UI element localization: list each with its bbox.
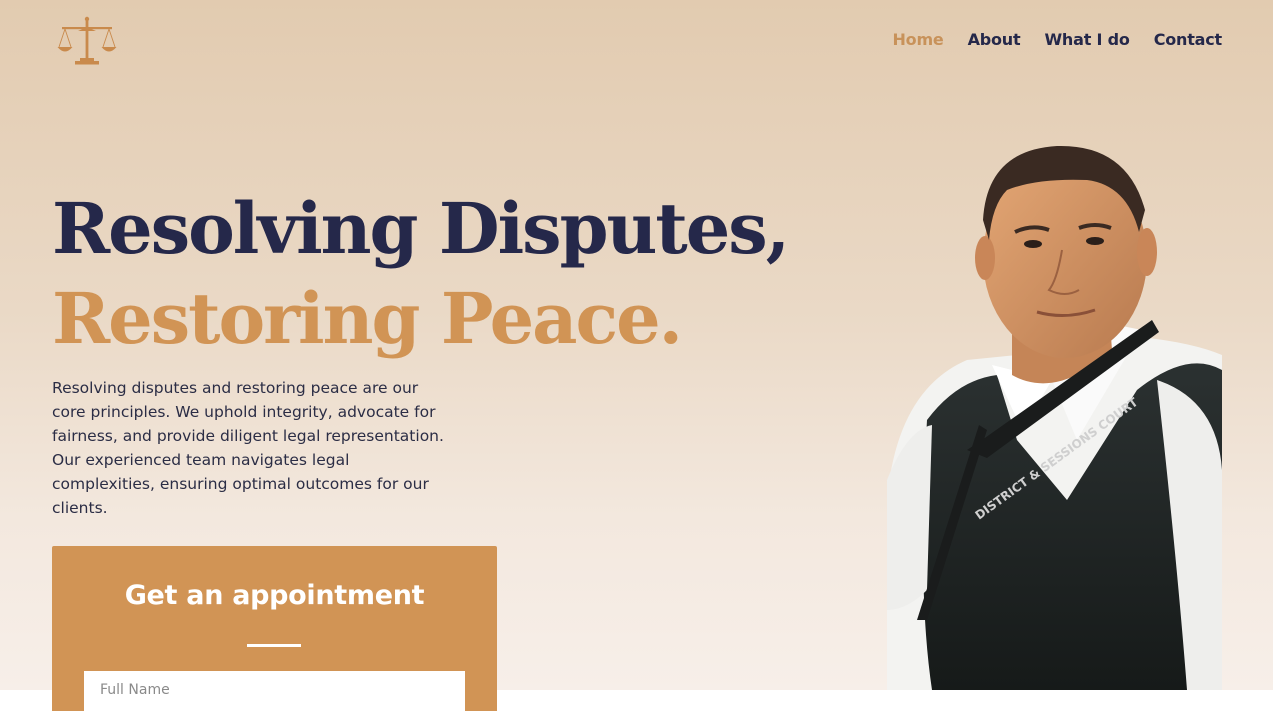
headline-line-1: Resolving Disputes, bbox=[52, 187, 790, 270]
nav-home-link[interactable]: Home bbox=[892, 30, 943, 49]
hero-intro-text: Resolving disputes and restoring peace a… bbox=[52, 379, 444, 517]
page: Home About What I do Contact Resolving D… bbox=[0, 0, 1273, 711]
nav-what-i-do-link[interactable]: What I do bbox=[1044, 30, 1129, 49]
main-nav: Home About What I do Contact bbox=[892, 30, 1222, 49]
scales-of-justice-icon[interactable] bbox=[56, 16, 118, 66]
nav-about-link[interactable]: About bbox=[968, 30, 1021, 49]
appointment-card: Get an appointment bbox=[52, 546, 497, 711]
title-divider bbox=[247, 644, 301, 647]
appointment-title: Get an appointment bbox=[124, 580, 425, 611]
nav-contact-link[interactable]: Contact bbox=[1154, 30, 1223, 49]
headline-line-2: Restoring Peace. bbox=[52, 277, 683, 360]
full-name-input[interactable] bbox=[84, 671, 465, 711]
lawyer-portrait: DISTRICT & SESSIONS COURT bbox=[887, 140, 1222, 690]
hero-headline: Resolving Disputes, Restoring Peace. bbox=[52, 184, 790, 364]
